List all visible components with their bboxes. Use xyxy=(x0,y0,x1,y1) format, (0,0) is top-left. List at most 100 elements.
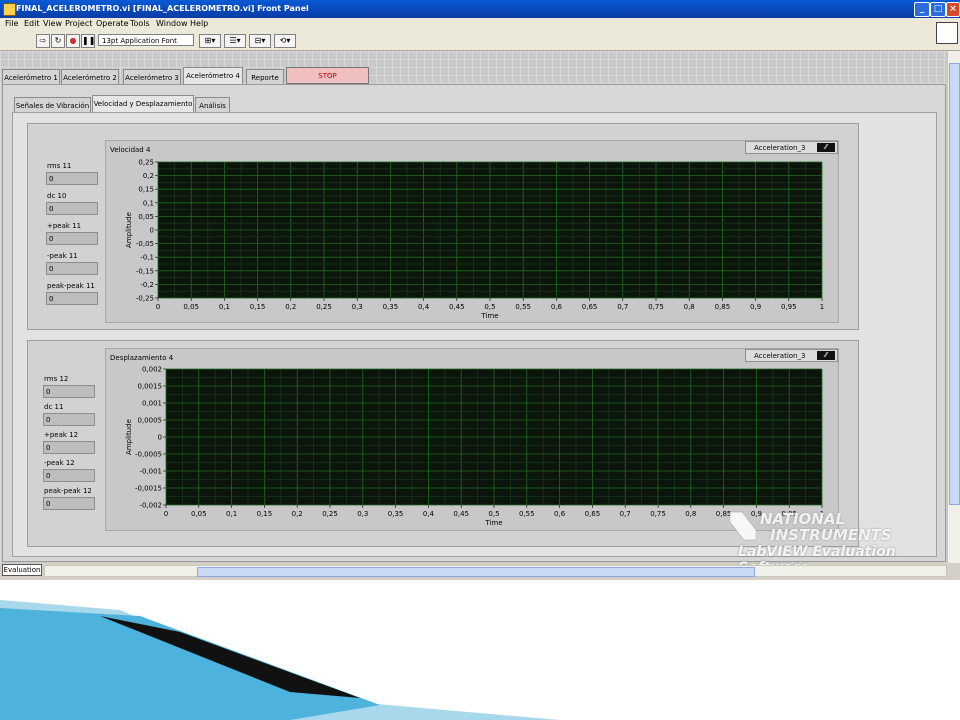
line-style-icon: ⁄⁄ xyxy=(817,351,835,360)
x-tick-label: 0,9 xyxy=(750,303,761,311)
tab-acelerometro-1[interactable]: Acelerómetro 1 xyxy=(2,69,60,85)
minimize-button[interactable]: _ xyxy=(914,2,930,17)
evaluation-label: Evaluation xyxy=(2,564,42,576)
minus-peak-12-value: 0 xyxy=(43,469,95,482)
x-tick-label: 0,2 xyxy=(292,510,303,518)
x-tick-label: 0,05 xyxy=(183,303,199,311)
x-tick-label: 0,75 xyxy=(648,303,664,311)
x-axis-label: Time xyxy=(484,519,502,527)
distribute-objects-icon[interactable]: ☰▾ xyxy=(224,34,246,48)
run-arrow-icon[interactable]: ⇨ xyxy=(36,34,50,48)
displacement-legend[interactable]: Acceleration_3 ⁄⁄ xyxy=(745,349,838,362)
x-tick-label: 0,7 xyxy=(617,303,628,311)
x-tick-label: 0,65 xyxy=(582,303,598,311)
dc-10-label: dc 10 xyxy=(47,192,67,200)
horizontal-scrollbar[interactable] xyxy=(44,565,947,577)
menu-view[interactable]: View xyxy=(43,19,62,28)
y-tick-label: 0,05 xyxy=(138,213,154,221)
slide-decoration xyxy=(0,600,560,720)
close-button[interactable]: × xyxy=(946,2,960,17)
plus-peak-11-value: 0 xyxy=(46,232,98,245)
menu-tools[interactable]: Tools xyxy=(130,19,150,28)
horizontal-scroll-thumb[interactable] xyxy=(197,567,755,577)
menu-project[interactable]: Project xyxy=(65,19,92,28)
minus-peak-11-value: 0 xyxy=(46,262,98,275)
resize-objects-icon[interactable]: ⊟▾ xyxy=(249,34,271,48)
x-tick-label: 0,55 xyxy=(515,303,531,311)
velocity-graph-title: Velocidad 4 xyxy=(110,146,151,154)
x-tick-label: 0,85 xyxy=(715,303,731,311)
x-tick-label: 0 xyxy=(164,510,168,518)
y-tick-label: 0,0015 xyxy=(138,383,163,391)
app-icon xyxy=(3,3,16,16)
title-bar: FINAL_ACELEROMETRO.vi [FINAL_ACELEROMETR… xyxy=(0,0,960,18)
y-tick-label: 0,0005 xyxy=(138,417,163,425)
menu-help[interactable]: Help xyxy=(190,19,208,28)
x-tick-label: 0,8 xyxy=(685,510,696,518)
peak-peak-12-label: peak-peak 12 xyxy=(44,487,92,495)
vertical-scroll-thumb[interactable] xyxy=(949,63,960,505)
y-tick-label: 0,15 xyxy=(138,186,154,194)
x-tick-label: 0,5 xyxy=(484,303,495,311)
ni-eagle-logo xyxy=(730,511,756,541)
font-selector[interactable]: 13pt Application Font xyxy=(98,34,194,46)
pause-icon[interactable]: ❚❚ xyxy=(81,34,95,48)
stop-button[interactable]: STOP xyxy=(286,67,369,84)
x-tick-label: 0,7 xyxy=(620,510,631,518)
y-tick-label: 0,1 xyxy=(143,199,154,207)
window-title: FINAL_ACELEROMETRO.vi [FINAL_ACELEROMETR… xyxy=(16,4,309,13)
tab-acelerometro-2[interactable]: Acelerómetro 2 xyxy=(61,69,119,85)
x-tick-label: 0,35 xyxy=(388,510,404,518)
watermark-instruments: INSTRUMENTS xyxy=(770,526,892,544)
dc-11-value: 0 xyxy=(43,413,95,426)
y-tick-label: -0,001 xyxy=(139,468,162,476)
x-tick-label: 0,3 xyxy=(357,510,368,518)
subtab-senales[interactable]: Señales de Vibración xyxy=(14,97,91,113)
x-tick-label: 0,15 xyxy=(250,303,266,311)
x-tick-label: 0,45 xyxy=(449,303,465,311)
x-tick-label: 0,45 xyxy=(453,510,469,518)
x-tick-label: 0,65 xyxy=(585,510,601,518)
decoration-blue-swoosh xyxy=(0,608,380,720)
toolbar: ⇨ ↻ ● ❚❚ 13pt Application Font ⊞▾ ☰▾ ⊟▾ … xyxy=(0,32,960,80)
y-tick-label: -0,15 xyxy=(136,267,154,275)
velocity-legend[interactable]: Acceleration_3 ⁄⁄ xyxy=(745,141,838,154)
y-tick-label: -0,05 xyxy=(136,240,154,248)
menu-window[interactable]: Window xyxy=(156,19,188,28)
menu-operate[interactable]: Operate xyxy=(96,19,129,28)
menu-edit[interactable]: Edit xyxy=(24,19,40,28)
maximize-button[interactable]: □ xyxy=(930,2,946,17)
labview-window: FINAL_ACELEROMETRO.vi [FINAL_ACELEROMETR… xyxy=(0,0,960,580)
run-continuously-icon[interactable]: ↻ xyxy=(51,34,65,48)
tab-reporte[interactable]: Reporte xyxy=(246,69,284,85)
displacement-chart: 0 0,05 0,1 0,15 0,2 0,25 0,3 0,35 0,4 0,45 0,5 0,55… xyxy=(125,366,824,528)
reorder-icon[interactable]: ⟲▾ xyxy=(274,34,296,48)
y-tick-label: 0,25 xyxy=(138,159,154,167)
y-tick-label: 0 xyxy=(150,227,154,235)
x-tick-label: 0,35 xyxy=(383,303,399,311)
peak-peak-11-label: peak-peak 11 xyxy=(47,282,95,290)
menu-file[interactable]: File xyxy=(5,19,18,28)
x-tick-label: 0,25 xyxy=(316,303,332,311)
displacement-graph-title: Desplazamiento 4 xyxy=(110,354,174,362)
x-tick-label: 0,1 xyxy=(226,510,237,518)
abort-icon[interactable]: ● xyxy=(66,34,80,48)
velocity-chart: 0 0,05 0,1 0,15 0,2 0,25 0,3 0,35 0,4 0,45 0,5 0,55… xyxy=(125,159,824,321)
y-axis-label: Amplitude xyxy=(125,419,133,455)
vi-icon xyxy=(936,22,958,44)
vertical-scrollbar[interactable] xyxy=(947,51,960,563)
tab-acelerometro-4[interactable]: Acelerómetro 4 xyxy=(183,67,243,85)
align-objects-icon[interactable]: ⊞▾ xyxy=(199,34,221,48)
y-tick-label: -0,0015 xyxy=(135,485,162,493)
x-tick-label: 0,6 xyxy=(554,510,566,518)
x-tick-label: 1 xyxy=(820,303,824,311)
displacement-legend-label: Acceleration_3 xyxy=(754,352,806,360)
y-tick-label: -0,002 xyxy=(139,502,162,510)
x-tick-label: 0,25 xyxy=(322,510,338,518)
x-tick-label: 0 xyxy=(156,303,160,311)
tab-acelerometro-3[interactable]: Acelerómetro 3 xyxy=(123,69,181,85)
x-tick-label: 0,4 xyxy=(418,303,430,311)
subtab-analisis[interactable]: Análisis xyxy=(195,97,230,113)
rms-12-value: 0 xyxy=(43,385,95,398)
subtab-velocidad[interactable]: Velocidad y Desplazamiento xyxy=(92,95,194,113)
